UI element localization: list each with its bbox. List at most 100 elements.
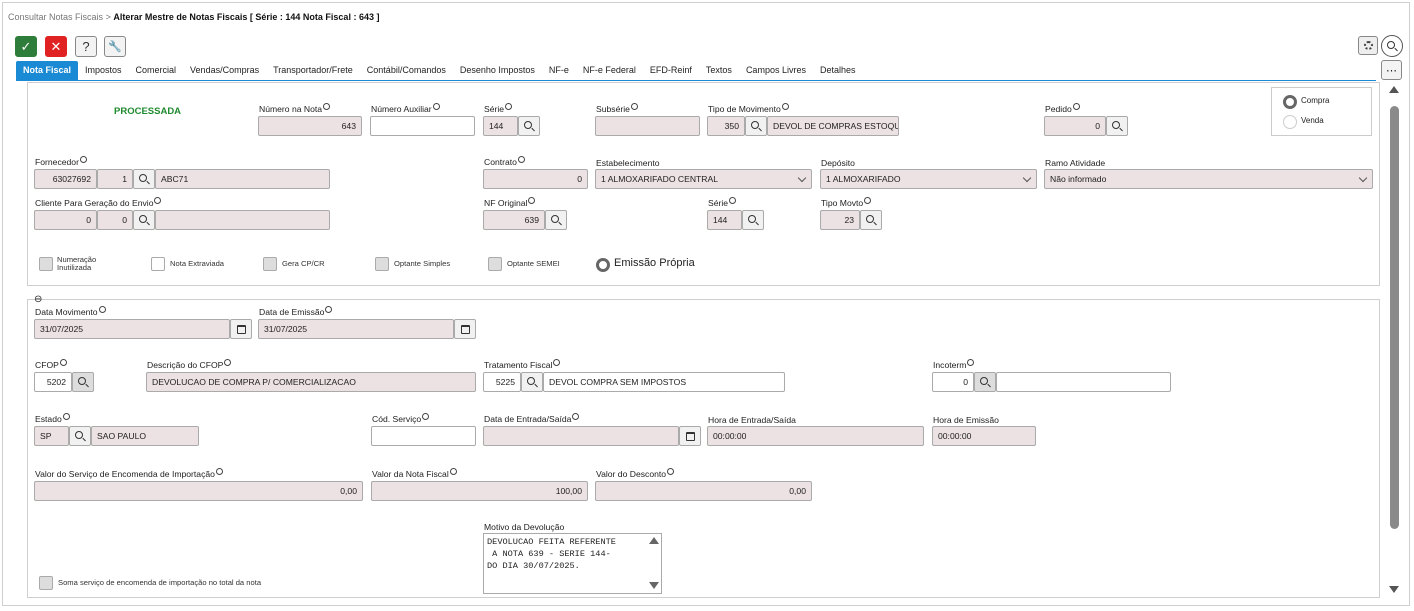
copy-icon[interactable] <box>98 306 106 313</box>
search-icon[interactable] <box>1381 35 1403 57</box>
copy-icon[interactable] <box>224 359 232 366</box>
tab-campos-livres[interactable]: Campos Livres <box>739 61 813 80</box>
serie-search-button[interactable] <box>518 116 540 136</box>
cancel-button[interactable]: ✕ <box>45 36 67 57</box>
tools-button[interactable]: 🔧 <box>104 36 126 57</box>
copy-icon[interactable] <box>215 468 223 475</box>
data-emissao-calendar-button[interactable] <box>454 319 476 339</box>
confirm-button[interactable]: ✓ <box>15 36 37 57</box>
copy-icon[interactable] <box>62 413 70 420</box>
tab-transportador-frete[interactable]: Transportador/Frete <box>266 61 360 80</box>
cliente-envio-search-button[interactable] <box>133 210 155 230</box>
cliente-envio-code[interactable]: 0 <box>34 210 97 230</box>
radio-venda[interactable] <box>1283 115 1297 129</box>
tratamento-fiscal-code[interactable]: 5225 <box>483 372 521 392</box>
ramo-atividade-select[interactable]: Não informado <box>1044 169 1373 189</box>
estado-code[interactable]: SP <box>34 426 69 446</box>
copy-icon[interactable] <box>422 413 430 420</box>
copy-icon[interactable] <box>79 156 87 163</box>
cod-servico-field[interactable] <box>371 426 476 446</box>
fornecedor-code[interactable]: 63027692 <box>34 169 97 189</box>
hora-entrada-field[interactable]: 00:00:00 <box>707 426 924 446</box>
textarea-scroll-up[interactable] <box>649 537 659 544</box>
serie2-field[interactable]: 144 <box>707 210 742 230</box>
pedido-field[interactable]: 0 <box>1044 116 1106 136</box>
subserie-field[interactable] <box>595 116 700 136</box>
serie-field[interactable]: 144 <box>483 116 518 136</box>
fornecedor-seq[interactable]: 1 <box>97 169 133 189</box>
cfop-search-button[interactable] <box>72 372 94 392</box>
checkbox-optante-semei[interactable] <box>488 257 502 271</box>
checkbox-nota-extraviada[interactable] <box>151 257 165 271</box>
serie2-search-button[interactable] <box>742 210 764 230</box>
settings-button[interactable] <box>1358 36 1378 55</box>
tab-nfe-federal[interactable]: NF-e Federal <box>576 61 643 80</box>
copy-icon[interactable] <box>432 103 440 110</box>
copy-icon[interactable] <box>449 468 457 475</box>
copy-icon[interactable] <box>572 413 580 420</box>
radio-compra[interactable] <box>1283 95 1297 109</box>
tipo-movto-field[interactable]: 23 <box>820 210 860 230</box>
copy-icon[interactable] <box>517 156 525 163</box>
copy-icon[interactable] <box>505 103 513 110</box>
copy-icon[interactable] <box>528 197 536 204</box>
data-entrada-calendar-button[interactable] <box>679 426 701 446</box>
tratamento-fiscal-search-button[interactable] <box>521 372 543 392</box>
checkbox-optante-simples[interactable] <box>375 257 389 271</box>
copy-icon[interactable] <box>1072 103 1080 110</box>
help-button[interactable]: ? <box>75 36 97 57</box>
cliente-envio-seq[interactable]: 0 <box>97 210 133 230</box>
tab-contabil-comandos[interactable]: Contábil/Comandos <box>360 61 453 80</box>
copy-icon[interactable] <box>864 197 872 204</box>
checkbox-numeracao-inutilizada[interactable] <box>39 257 53 271</box>
tab-desenho-impostos[interactable]: Desenho Impostos <box>453 61 542 80</box>
tab-nfe[interactable]: NF-e <box>542 61 576 80</box>
tab-impostos[interactable]: Impostos <box>78 61 129 80</box>
data-movimento-calendar-button[interactable] <box>230 319 252 339</box>
copy-icon[interactable] <box>630 103 638 110</box>
tipo-movto-search-button[interactable] <box>860 210 882 230</box>
valor-servico-field[interactable]: 0,00 <box>34 481 363 501</box>
copy-icon[interactable] <box>325 306 333 313</box>
copy-icon[interactable] <box>59 359 67 366</box>
copy-icon[interactable] <box>781 103 789 110</box>
hora-emissao-field[interactable]: 00:00:00 <box>932 426 1036 446</box>
textarea-scroll-down[interactable] <box>649 582 659 589</box>
motivo-devolucao-textarea[interactable]: DEVOLUCAO FEITA REFERENTE A NOTA 639 - S… <box>483 533 662 594</box>
collapse-icon[interactable]: ⊖ <box>34 294 42 305</box>
copy-icon[interactable] <box>967 359 975 366</box>
tipo-movimento-code[interactable]: 350 <box>707 116 745 136</box>
tab-comercial[interactable]: Comercial <box>129 61 184 80</box>
radio-emissao-propria[interactable] <box>596 258 610 272</box>
copy-icon[interactable] <box>323 103 331 110</box>
numero-auxiliar-field[interactable] <box>370 116 475 136</box>
valor-nota-field[interactable]: 100,00 <box>371 481 588 501</box>
checkbox-gera-cpcr[interactable] <box>263 257 277 271</box>
more-button[interactable]: ⋯ <box>1381 60 1402 80</box>
data-emissao-field[interactable]: 31/07/2025 <box>258 319 454 339</box>
tab-detalhes[interactable]: Detalhes <box>813 61 863 80</box>
cfop-field[interactable]: 5202 <box>34 372 72 392</box>
copy-icon[interactable] <box>729 197 737 204</box>
numero-nota-field[interactable]: 643 <box>258 116 362 136</box>
scroll-up-arrow[interactable] <box>1389 86 1399 93</box>
data-movimento-field[interactable]: 31/07/2025 <box>34 319 230 339</box>
scroll-down-arrow[interactable] <box>1389 586 1399 593</box>
nf-original-search-button[interactable] <box>545 210 567 230</box>
deposito-select[interactable]: 1 ALMOXARIFADO <box>820 169 1037 189</box>
tipo-movimento-search-button[interactable] <box>745 116 767 136</box>
contrato-field[interactable]: 0 <box>483 169 588 189</box>
incoterm-search-button[interactable] <box>974 372 996 392</box>
pedido-search-button[interactable] <box>1106 116 1128 136</box>
tab-efd-reinf[interactable]: EFD-Reinf <box>643 61 699 80</box>
incoterm-code[interactable]: 0 <box>932 372 974 392</box>
tab-textos[interactable]: Textos <box>699 61 739 80</box>
checkbox-soma-servico[interactable] <box>39 576 53 590</box>
estado-search-button[interactable] <box>69 426 91 446</box>
fornecedor-search-button[interactable] <box>133 169 155 189</box>
copy-icon[interactable] <box>154 197 162 204</box>
breadcrumb-parent[interactable]: Consultar Notas Fiscais <box>8 12 103 22</box>
valor-desconto-field[interactable]: 0,00 <box>595 481 812 501</box>
tab-vendas-compras[interactable]: Vendas/Compras <box>183 61 266 80</box>
nf-original-field[interactable]: 639 <box>483 210 545 230</box>
